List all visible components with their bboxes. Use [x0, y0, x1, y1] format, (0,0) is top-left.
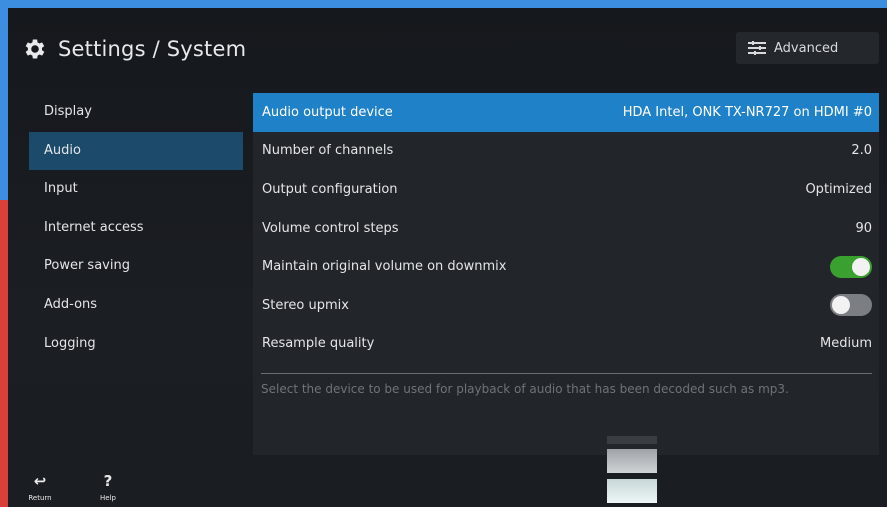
setting-number-of-channels[interactable]: Number of channels 2.0 [253, 132, 879, 171]
sidebar-item-display[interactable]: Display [29, 93, 243, 132]
sidebar-item-audio[interactable]: Audio [29, 131, 243, 171]
settings-sidebar: Display Audio Input Internet access Powe… [29, 93, 243, 363]
settings-screen: Settings / System Advanced Display Audio… [8, 8, 887, 507]
settings-panel: Audio output device HDA Intel, ONK TX-NR… [253, 93, 879, 455]
sliders-icon [748, 41, 766, 55]
setting-stereo-upmix[interactable]: Stereo upmix [253, 286, 879, 325]
scroll-indicator-bottom [607, 479, 657, 503]
setting-label: Stereo upmix [262, 297, 349, 313]
setting-value: Optimized [805, 181, 872, 197]
setting-resample-quality[interactable]: Resample quality Medium [253, 325, 879, 364]
divider [261, 373, 872, 375]
sidebar-item-input[interactable]: Input [29, 170, 243, 209]
toggle-knob [852, 257, 870, 276]
page-title: Settings / System [58, 37, 247, 61]
setting-audio-output-device[interactable]: Audio output device HDA Intel, ONK TX-NR… [253, 93, 879, 132]
help-icon: ? [103, 472, 113, 490]
scroll-indicator-top [607, 436, 657, 444]
setting-maintain-volume-downmix[interactable]: Maintain original volume on downmix [253, 247, 879, 286]
setting-label: Output configuration [262, 181, 398, 197]
toggle-switch-on[interactable] [830, 255, 872, 278]
setting-value: Medium [820, 336, 872, 352]
setting-label: Resample quality [262, 336, 375, 352]
gear-icon [25, 39, 45, 59]
scroll-indicator-middle [607, 449, 657, 473]
help-button[interactable]: ? Help [88, 472, 128, 502]
return-label: Return [28, 494, 52, 502]
setting-output-configuration[interactable]: Output configuration Optimized [253, 170, 879, 209]
sidebar-item-internet-access[interactable]: Internet access [29, 209, 243, 248]
setting-volume-control-steps[interactable]: Volume control steps 90 [253, 209, 879, 248]
setting-description: Select the device to be used for playbac… [261, 382, 789, 397]
setting-label: Audio output device [262, 104, 393, 120]
toggle-knob [832, 296, 850, 315]
setting-label: Volume control steps [262, 220, 399, 236]
sidebar-item-add-ons[interactable]: Add-ons [29, 286, 243, 325]
setting-label: Maintain original volume on downmix [262, 259, 507, 275]
toggle-switch-off[interactable] [830, 294, 872, 317]
sidebar-item-logging[interactable]: Logging [29, 325, 243, 364]
setting-value: 90 [855, 220, 872, 236]
help-label: Help [100, 494, 116, 502]
setting-label: Number of channels [262, 143, 394, 159]
advanced-button[interactable]: Advanced [736, 32, 879, 64]
return-icon: ↩ [33, 472, 47, 490]
advanced-label: Advanced [774, 40, 839, 56]
return-button[interactable]: ↩ Return [20, 472, 60, 502]
page-header: Settings / System [22, 32, 246, 66]
setting-value: HDA Intel, ONK TX-NR727 on HDMI #0 [622, 104, 872, 120]
setting-value: 2.0 [851, 143, 872, 159]
sidebar-item-power-saving[interactable]: Power saving [29, 247, 243, 286]
